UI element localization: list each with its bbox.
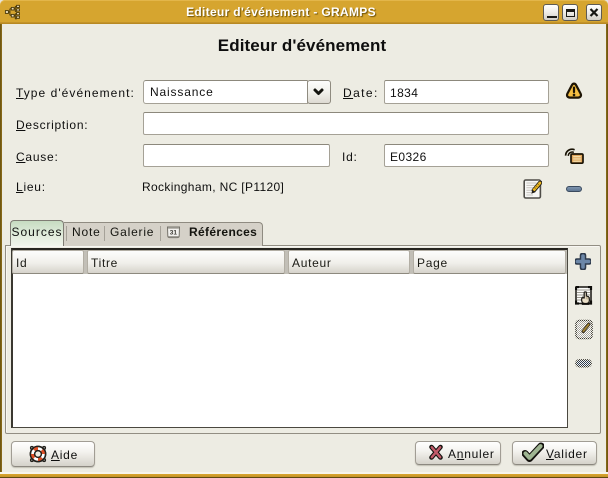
svg-text:31: 31 — [170, 230, 178, 237]
